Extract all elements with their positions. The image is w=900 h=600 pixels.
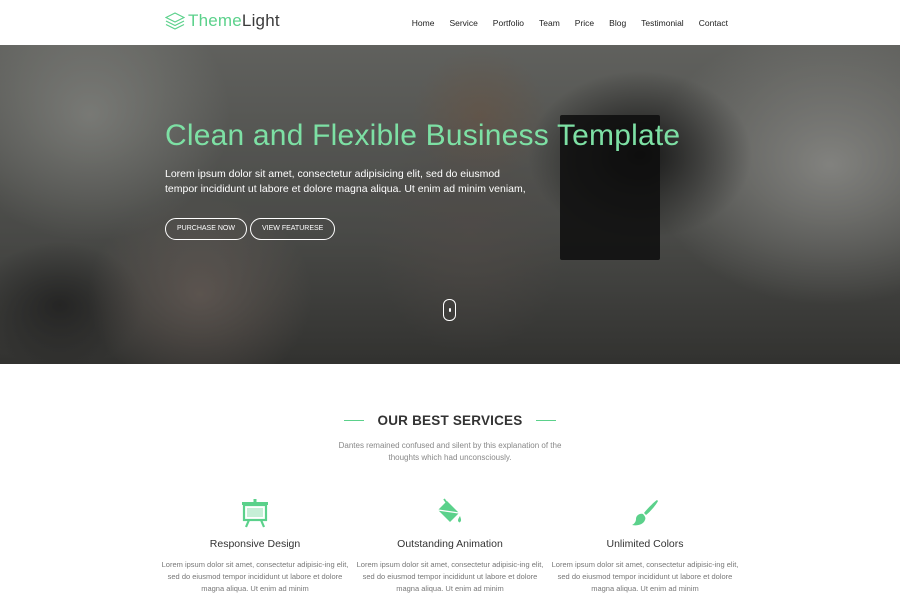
hero-section: Clean and Flexible Business Template Lor… [0, 45, 900, 364]
heading-divider-left [344, 420, 365, 422]
nav-item-service[interactable]: Service [449, 18, 477, 28]
purchase-now-button[interactable]: PURCHASE NOW [165, 218, 247, 240]
layers-logo-icon [165, 12, 185, 30]
hero-description: Lorem ipsum dolor sit amet, consectetur … [165, 167, 526, 197]
nav-item-portfolio[interactable]: Portfolio [493, 18, 524, 28]
services-heading: OUR BEST SERVICES [0, 412, 900, 430]
service-title: Unlimited Colors [606, 538, 684, 550]
service-description: Lorem ipsum dolor sit amet, consectetur … [161, 560, 349, 593]
service-card-outstanding-animation: Outstanding Animation Lorem ipsum dolor … [355, 498, 545, 595]
hero-description-line: Lorem ipsum dolor sit amet, consectetur … [165, 168, 500, 180]
nav-item-blog[interactable]: Blog [609, 18, 626, 28]
site-header: ThemeLight Home Service Portfolio Team P… [0, 0, 900, 45]
view-features-button[interactable]: VIEW FEATURESE [250, 218, 336, 240]
hero-title: Clean and Flexible Business Template [165, 119, 681, 152]
site-logo[interactable]: ThemeLight [165, 9, 280, 33]
nav-item-home[interactable]: Home [412, 18, 435, 28]
mouse-scroll-icon[interactable] [443, 299, 456, 321]
service-card-responsive-design: Responsive Design Lorem ipsum dolor sit … [160, 498, 350, 595]
nav-item-contact[interactable]: Contact [699, 18, 728, 28]
nav-item-team[interactable]: Team [539, 18, 560, 28]
scroll-wheel-dot [448, 308, 451, 312]
hero-description-line: tempor incididunt ut labore et dolore ma… [165, 183, 526, 195]
heading-divider-right [535, 420, 556, 422]
presentation-board-icon [242, 499, 268, 528]
paint-brush-icon [632, 500, 658, 526]
services-subtitle: Dantes remained confused and silent by t… [338, 441, 562, 462]
service-description: Lorem ipsum dolor sit amet, consectetur … [356, 560, 544, 593]
service-title: Responsive Design [209, 538, 301, 550]
logo-text: ThemeLight [188, 11, 280, 30]
service-card-unlimited-colors: Unlimited Colors Lorem ipsum dolor sit a… [550, 498, 740, 595]
services-title: OUR BEST SERVICES [377, 413, 523, 429]
service-title: Outstanding Animation [397, 538, 503, 550]
service-description: Lorem ipsum dolor sit amet, consectetur … [551, 560, 739, 593]
paint-bucket-icon [437, 498, 462, 523]
nav-item-testimonial[interactable]: Testimonial [641, 18, 684, 28]
nav-item-price[interactable]: Price [575, 18, 594, 28]
main-nav: Home Service Portfolio Team Price Blog T… [397, 0, 728, 45]
